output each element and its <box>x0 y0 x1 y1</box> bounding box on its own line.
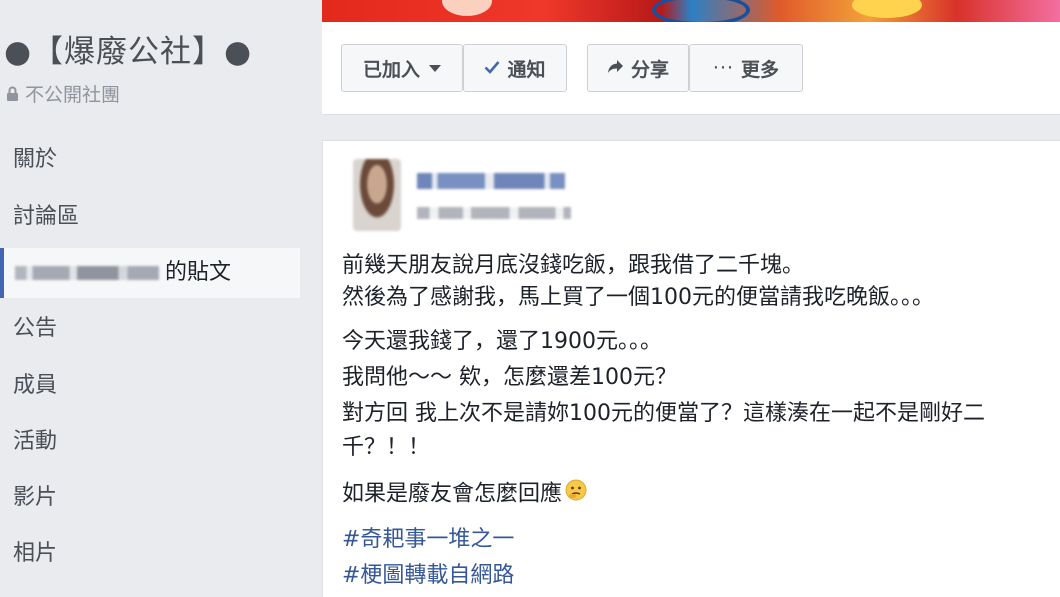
post-text-line: 前幾天朋友說月底沒錢吃飯，跟我借了二千塊。 <box>342 253 805 278</box>
sidebar-item-label: 關於 <box>13 147 58 172</box>
share-label: 分享 <box>630 58 669 81</box>
post-text-line: 今天還我錢了，還了1900元。。。 <box>342 329 662 354</box>
sidebar-item-label: 的貼文 <box>165 260 232 285</box>
post-card: 前幾天朋友說月底沒錢吃飯，跟我借了二千塊。 然後為了感謝我，馬上買了一個100元… <box>322 140 1060 597</box>
sidebar-item-label: 影片 <box>13 485 58 510</box>
cover-decoration <box>442 0 492 16</box>
blurred-member-name <box>15 266 159 280</box>
group-privacy: 不公開社團 <box>6 80 120 107</box>
post-text-line: 對方回 我上次不是請妳100元的便當了？這樣湊在一起不是剛好二 <box>342 401 985 426</box>
share-button[interactable]: 分享 <box>587 44 689 92</box>
more-label: 更多 <box>741 58 780 81</box>
joined-label: 已加入 <box>362 58 420 81</box>
post-text-line: 我問他～～ 欸，怎麼還差100元？ <box>342 365 677 390</box>
author-avatar[interactable] <box>353 159 401 231</box>
share-arrow-icon <box>607 57 624 79</box>
privacy-label: 不公開社團 <box>25 84 121 106</box>
group-action-bar: 已加入 通知 分享 ··· 更多 <box>322 22 1060 115</box>
hashtag-link[interactable]: #奇耙事一堆之一 <box>342 525 514 555</box>
sidebar-item-label: 活動 <box>13 429 58 454</box>
cover-photo[interactable] <box>322 0 1060 22</box>
post-timestamp-blurred[interactable] <box>417 207 571 219</box>
sidebar-item-photos[interactable]: 相片 <box>0 529 300 579</box>
sidebar-item-label: 討論區 <box>13 204 80 229</box>
post-text-line: 如果是廢友會怎麼回應 <box>342 481 563 507</box>
post-text-question: 如果是廢友會怎麼回應 <box>342 479 587 510</box>
more-button[interactable]: ··· 更多 <box>689 44 803 92</box>
sidebar-item-announcements[interactable]: 公告 <box>0 304 300 354</box>
sidebar-item-member-posts[interactable]: 的貼文 <box>0 248 300 298</box>
notify-label: 通知 <box>507 58 546 81</box>
sidebar-item-about[interactable]: 關於 <box>0 135 300 185</box>
group-title[interactable]: ●【爆廢公社】● <box>4 26 252 71</box>
sidebar-item-label: 相片 <box>13 541 58 566</box>
sidebar-item-events[interactable]: 活動 <box>0 417 300 467</box>
post-text-line: 然後為了感謝我，馬上買了一個100元的便當請我吃晚飯。。。 <box>342 285 934 310</box>
sidebar-item-label: 成員 <box>13 373 58 398</box>
sidebar-item-discussion[interactable]: 討論區 <box>0 192 300 242</box>
caret-down-icon <box>429 64 441 72</box>
cover-decoration <box>852 0 922 18</box>
sidebar-item-videos[interactable]: 影片 <box>0 473 300 523</box>
hashtag-link[interactable]: #梗圖轉載自網路 <box>342 561 514 591</box>
cover-decoration <box>652 0 750 22</box>
ellipsis-icon: ··· <box>712 57 735 79</box>
thinking-face-icon <box>565 479 587 510</box>
lock-icon <box>6 85 19 107</box>
sidebar-item-label: 公告 <box>13 316 58 341</box>
check-icon <box>484 57 500 79</box>
left-sidebar: ●【爆廢公社】● 不公開社團 關於 討論區 的貼文 公告 成員 活動 影片 相片 <box>0 0 310 596</box>
joined-button[interactable]: 已加入 <box>341 44 463 92</box>
author-name-blurred[interactable] <box>417 173 565 189</box>
post-text-line: 千？！！ <box>342 435 431 460</box>
sidebar-item-members[interactable]: 成員 <box>0 361 300 411</box>
notify-button[interactable]: 通知 <box>463 44 567 92</box>
